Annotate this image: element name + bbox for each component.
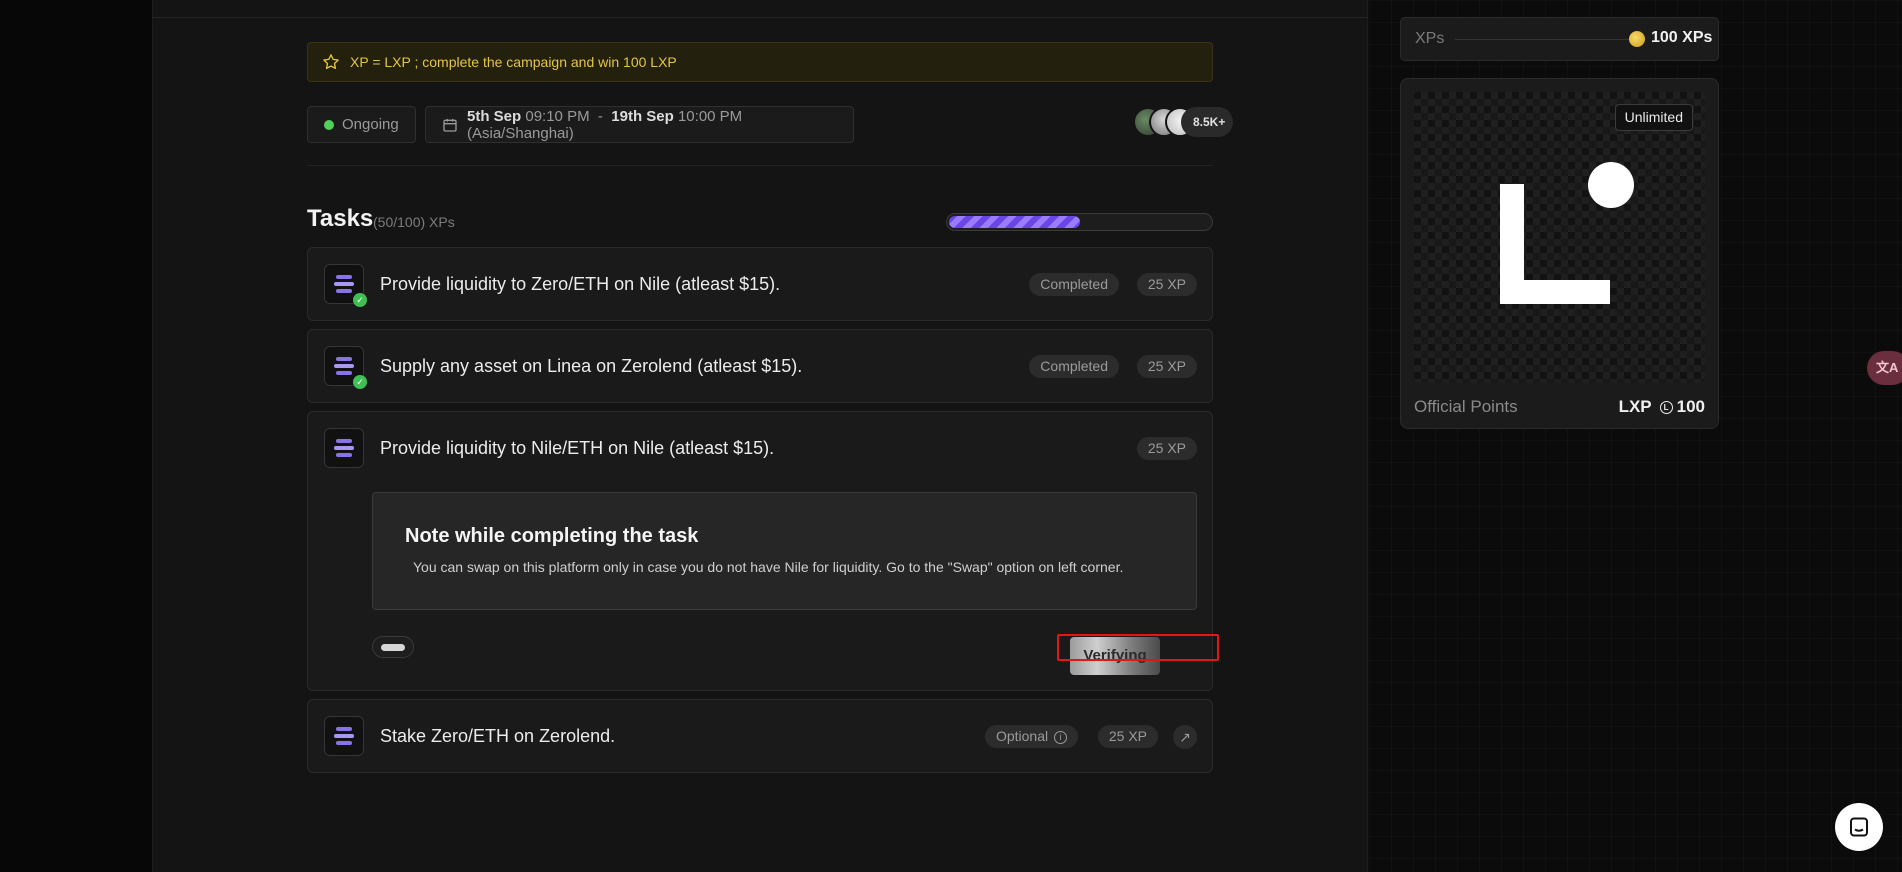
status-badge: Ongoing [307, 106, 416, 143]
xp-badge: 25 XP [1097, 725, 1158, 748]
token-amount: 100 [1676, 397, 1705, 416]
task-card[interactable]: ✓ Supply any asset on Linea on Zerolend … [307, 329, 1213, 403]
reward-card: Unlimited Official Points LXP L 100 [1400, 78, 1719, 429]
task-action-toggle[interactable] [372, 636, 414, 658]
lxp-token-icon: L [1659, 400, 1673, 414]
tasks-progress-bar [946, 213, 1213, 231]
task-title: Provide liquidity to Nile/ETH on Nile (a… [380, 438, 775, 458]
task-title: Stake Zero/ETH on Zerolend. [380, 726, 616, 746]
banner-text: XP = LXP ; complete the campaign and win… [350, 54, 677, 70]
xp-badge: 25 XP [1136, 273, 1197, 296]
unlimited-badge: Unlimited [1614, 104, 1693, 131]
task-title: Provide liquidity to Zero/ETH on Nile (a… [380, 274, 781, 294]
start-time: 09:10 PM [525, 107, 590, 125]
completed-badge: Completed [1029, 273, 1119, 296]
check-icon: ✓ [353, 375, 367, 389]
reward-amount: LXP L 100 [1619, 397, 1705, 417]
chat-icon [1850, 817, 1868, 837]
date-range: 5th Sep 09:10 PM - 19th Sep 10:00 PM (As… [467, 108, 853, 142]
task-icon: ✓ [324, 346, 367, 389]
task-icon [324, 716, 364, 756]
task-title: Supply any asset on Linea on Zerolend (a… [380, 356, 803, 376]
optional-badge: Optional i [984, 725, 1078, 748]
tasks-heading: Tasks [307, 205, 374, 232]
task-note: Note while completing the task You can s… [372, 492, 1197, 610]
xp-badge: 25 XP [1136, 437, 1197, 460]
star-icon [323, 54, 339, 70]
participants-count: 8.5K+ [1181, 107, 1234, 137]
date-separator: - [597, 107, 603, 125]
completed-badge: Completed [1029, 355, 1119, 378]
coin-icon [1629, 31, 1645, 47]
task-icon: ✓ [324, 264, 367, 307]
section-divider [307, 165, 1213, 166]
calendar-icon [443, 118, 457, 132]
external-link-icon[interactable]: ↗ [1173, 725, 1197, 749]
task-card[interactable]: Stake Zero/ETH on Zerolend. Optional i 2… [307, 699, 1213, 773]
check-icon: ✓ [353, 293, 367, 307]
token-name: LXP [1618, 397, 1652, 416]
task-card[interactable]: ✓ Provide liquidity to Zero/ETH on Nile … [307, 247, 1213, 321]
xp-badge: 25 XP [1136, 355, 1197, 378]
xp-label: XPs [1415, 30, 1445, 47]
reward-image: Unlimited [1414, 92, 1705, 383]
optional-label: Optional [995, 728, 1049, 744]
tasks-xp-count: (50/100) XPs [373, 214, 455, 230]
translate-icon[interactable]: 文A [1867, 351, 1902, 385]
left-gutter [0, 0, 152, 872]
note-title: Note while completing the task [405, 525, 699, 547]
start-date: 5th Sep [467, 107, 522, 125]
official-points-label: Official Points [1414, 397, 1518, 416]
task-card-expanded[interactable]: Provide liquidity to Nile/ETH on Nile (a… [307, 411, 1219, 691]
info-icon[interactable]: i [1054, 731, 1067, 744]
task-icon [324, 428, 364, 468]
end-date: 19th Sep [611, 107, 674, 125]
chat-support-button[interactable] [1835, 803, 1883, 851]
note-text: You can swap on this platform only in ca… [413, 559, 1124, 575]
participants-avatars[interactable]: 8.5K+ [1133, 106, 1234, 138]
xp-summary: XPs 100 XPs [1400, 17, 1719, 61]
header-divider [152, 17, 1368, 18]
status-label: Ongoing [342, 116, 399, 133]
verify-highlight-box [1057, 634, 1219, 661]
campaign-dates: 5th Sep 09:10 PM - 19th Sep 10:00 PM (As… [425, 106, 854, 143]
status-dot-icon [324, 119, 334, 130]
xp-value: 100 XPs [1651, 29, 1713, 46]
progress-fill [949, 216, 1080, 228]
xp-info-banner: XP = LXP ; complete the campaign and win… [307, 42, 1213, 82]
